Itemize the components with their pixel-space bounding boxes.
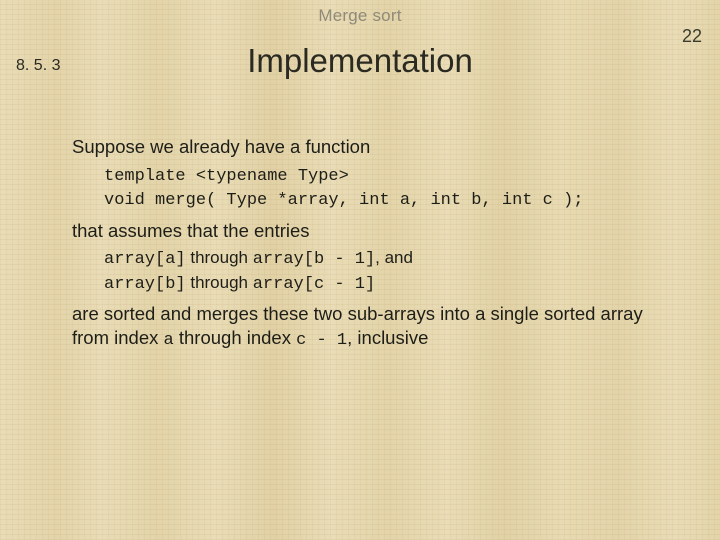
slide-title: Implementation <box>0 42 720 80</box>
code-fragment: array[b - 1] <box>253 250 375 269</box>
slide-header: Merge sort <box>0 0 720 26</box>
code-line: void merge( Type *array, int a, int b, i… <box>104 191 583 210</box>
paragraph-conclusion: are sorted and merges these two sub-arra… <box>72 302 660 351</box>
code-fragment: array[b] <box>104 275 186 294</box>
text-fragment: through <box>186 248 253 267</box>
code-line: template <typename Type> <box>104 167 349 186</box>
text-fragment: , inclusive <box>347 327 428 348</box>
slide-body: Suppose we already have a function templ… <box>72 135 660 356</box>
slide: Merge sort 22 8. 5. 3 Implementation Sup… <box>0 0 720 540</box>
range-line: array[b] through array[c - 1] <box>104 272 660 296</box>
code-block-ranges: array[a] through array[b - 1], and array… <box>104 246 660 302</box>
code-fragment: c - 1 <box>296 331 347 350</box>
code-fragment: array[a] <box>104 250 186 269</box>
code-fragment: a <box>164 331 174 350</box>
code-block-signature: template <typename Type> void merge( Typ… <box>104 163 660 219</box>
text-fragment: through index <box>174 327 296 348</box>
text-fragment: , and <box>375 248 413 267</box>
paragraph-intro: Suppose we already have a function <box>72 135 660 159</box>
paragraph-assume: that assumes that the entries <box>72 219 660 243</box>
range-line: array[a] through array[b - 1], and <box>104 247 660 271</box>
text-fragment: through <box>186 273 253 292</box>
code-fragment: array[c - 1] <box>253 275 375 294</box>
